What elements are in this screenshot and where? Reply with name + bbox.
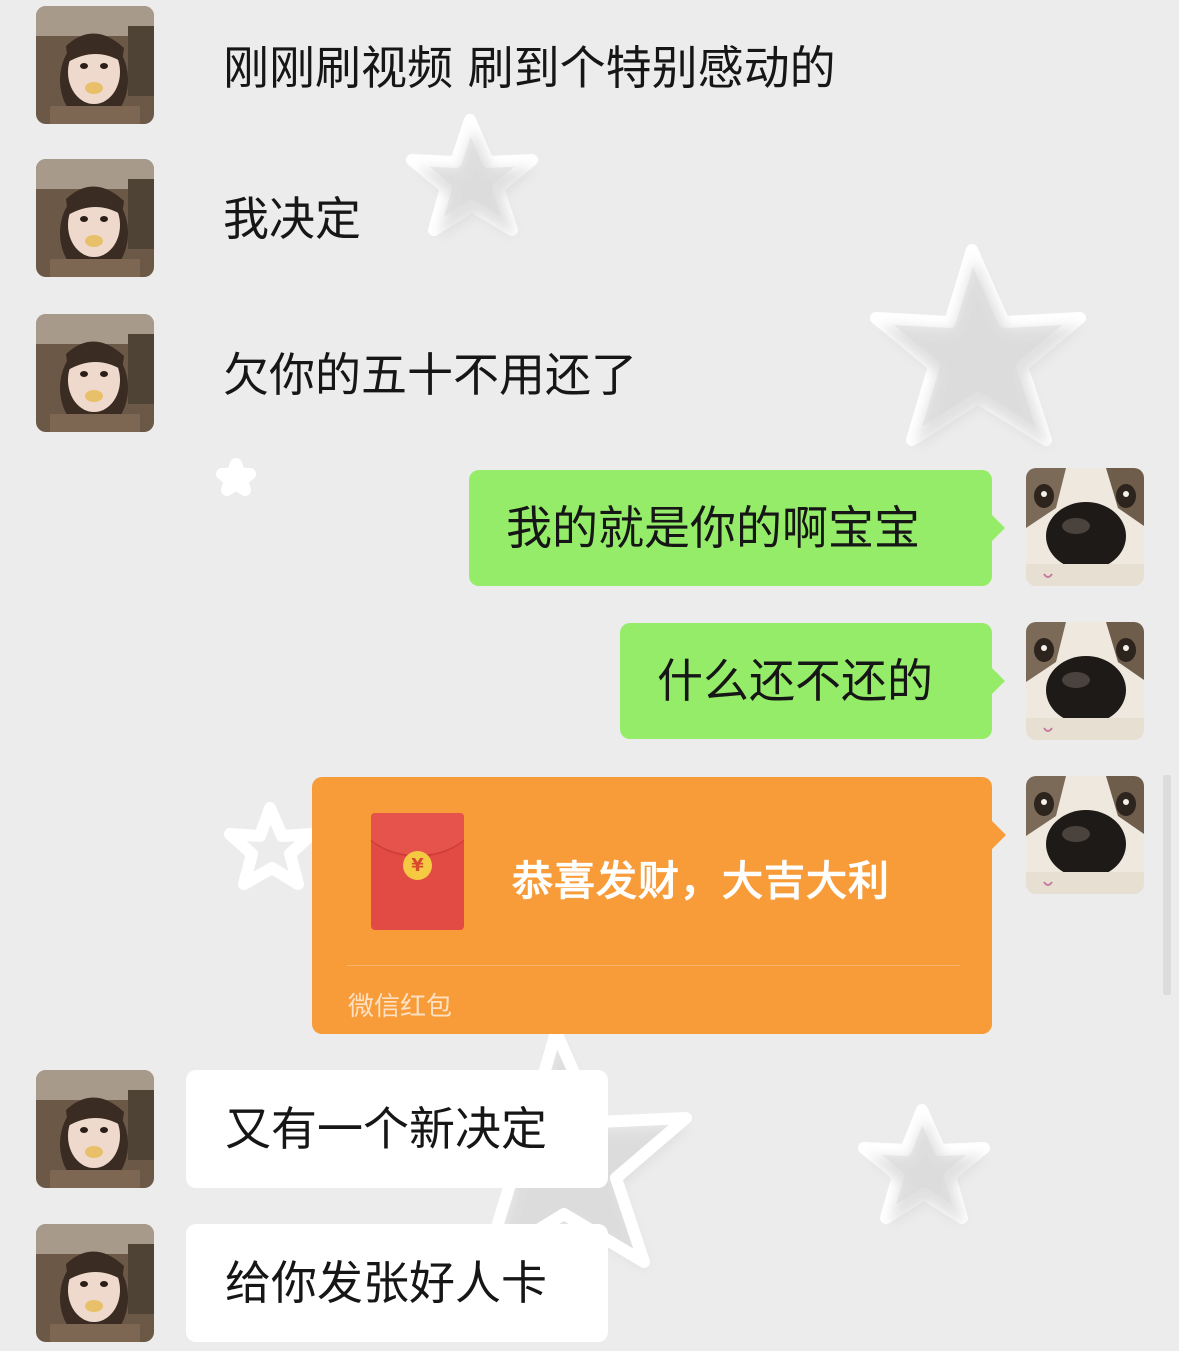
message-bubble-incoming[interactable]: 给你发张好人卡 bbox=[186, 1224, 608, 1342]
contact-avatar[interactable] bbox=[36, 6, 154, 124]
message-text: 什么还不还的 bbox=[657, 654, 933, 708]
message-bubble-incoming[interactable]: 又有一个新决定 bbox=[186, 1070, 608, 1188]
contact-avatar[interactable] bbox=[36, 159, 154, 277]
message-text: 我决定 bbox=[223, 192, 361, 246]
my-avatar[interactable] bbox=[1026, 622, 1144, 740]
red-packet-card[interactable]: ¥ 恭喜发财，大吉大利 微信红包 bbox=[312, 777, 1006, 1034]
coin-icon: ¥ bbox=[403, 851, 432, 880]
message-bubble-incoming[interactable]: 欠你的五十不用还了 bbox=[184, 316, 675, 434]
star-shape bbox=[224, 802, 318, 890]
message-text: 刚刚刷视频 刷到个特别感动的 bbox=[223, 41, 836, 95]
message-text: 欠你的五十不用还了 bbox=[223, 348, 637, 402]
red-packet-title: 恭喜发财，大吉大利 bbox=[512, 857, 890, 905]
red-packet-label: 微信红包 bbox=[348, 992, 453, 1022]
contact-avatar[interactable] bbox=[36, 1070, 154, 1188]
my-avatar[interactable] bbox=[1026, 776, 1144, 894]
contact-avatar[interactable] bbox=[36, 314, 154, 432]
scrollbar-thumb[interactable] bbox=[1163, 775, 1171, 995]
message-text: 又有一个新决定 bbox=[225, 1102, 547, 1156]
red-packet-divider bbox=[347, 965, 960, 966]
message-bubble-incoming[interactable]: 我决定 bbox=[184, 160, 399, 278]
message-bubble-incoming[interactable]: 刚刚刷视频 刷到个特别感动的 bbox=[184, 0, 874, 136]
message-text: 给你发张好人卡 bbox=[225, 1256, 547, 1310]
star-shape bbox=[216, 458, 256, 496]
contact-avatar[interactable] bbox=[36, 1224, 154, 1342]
message-bubble-outgoing[interactable]: 什么还不还的 bbox=[620, 623, 1005, 739]
red-envelope-icon: ¥ bbox=[371, 813, 464, 930]
message-bubble-outgoing[interactable]: 我的就是你的啊宝宝 bbox=[469, 470, 1005, 586]
message-text: 我的就是你的啊宝宝 bbox=[506, 501, 920, 555]
my-avatar[interactable] bbox=[1026, 468, 1144, 586]
